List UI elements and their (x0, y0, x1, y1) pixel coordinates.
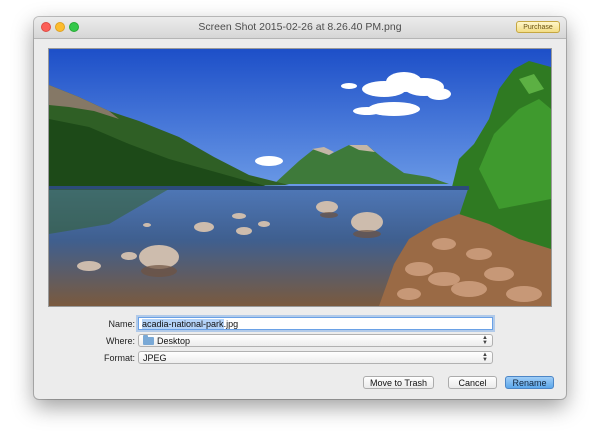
purchase-button[interactable]: Purchase (516, 21, 560, 33)
rename-button[interactable]: Rename (505, 376, 554, 389)
title-bar[interactable]: Screen Shot 2015-02-26 at 8.26.40 PM.png… (34, 17, 566, 39)
name-label: Name: (108, 319, 135, 329)
name-field[interactable]: acadia-national-park.jpg (138, 317, 493, 330)
move-to-trash-button[interactable]: Move to Trash (363, 376, 434, 389)
up-down-chevron-icon: ▲ ▼ (482, 352, 488, 363)
save-dialog-window: Screen Shot 2015-02-26 at 8.26.40 PM.png… (34, 17, 566, 399)
up-down-chevron-icon: ▲ ▼ (482, 335, 488, 346)
window-title: Screen Shot 2015-02-26 at 8.26.40 PM.png (198, 21, 402, 33)
landscape-photo (49, 49, 551, 306)
format-value: JPEG (143, 353, 167, 363)
name-selected-text: acadia-national-park (142, 319, 224, 329)
format-label: Format: (103, 353, 135, 363)
where-label: Where: (105, 336, 135, 346)
name-extension: .jpg (223, 319, 239, 329)
where-value: Desktop (157, 336, 191, 346)
where-popup[interactable]: Desktop ▲ ▼ (138, 334, 493, 347)
image-preview (48, 48, 552, 307)
folder-icon (143, 335, 154, 345)
cancel-button[interactable]: Cancel (448, 376, 497, 389)
format-popup[interactable]: JPEG ▲ ▼ (138, 351, 493, 364)
